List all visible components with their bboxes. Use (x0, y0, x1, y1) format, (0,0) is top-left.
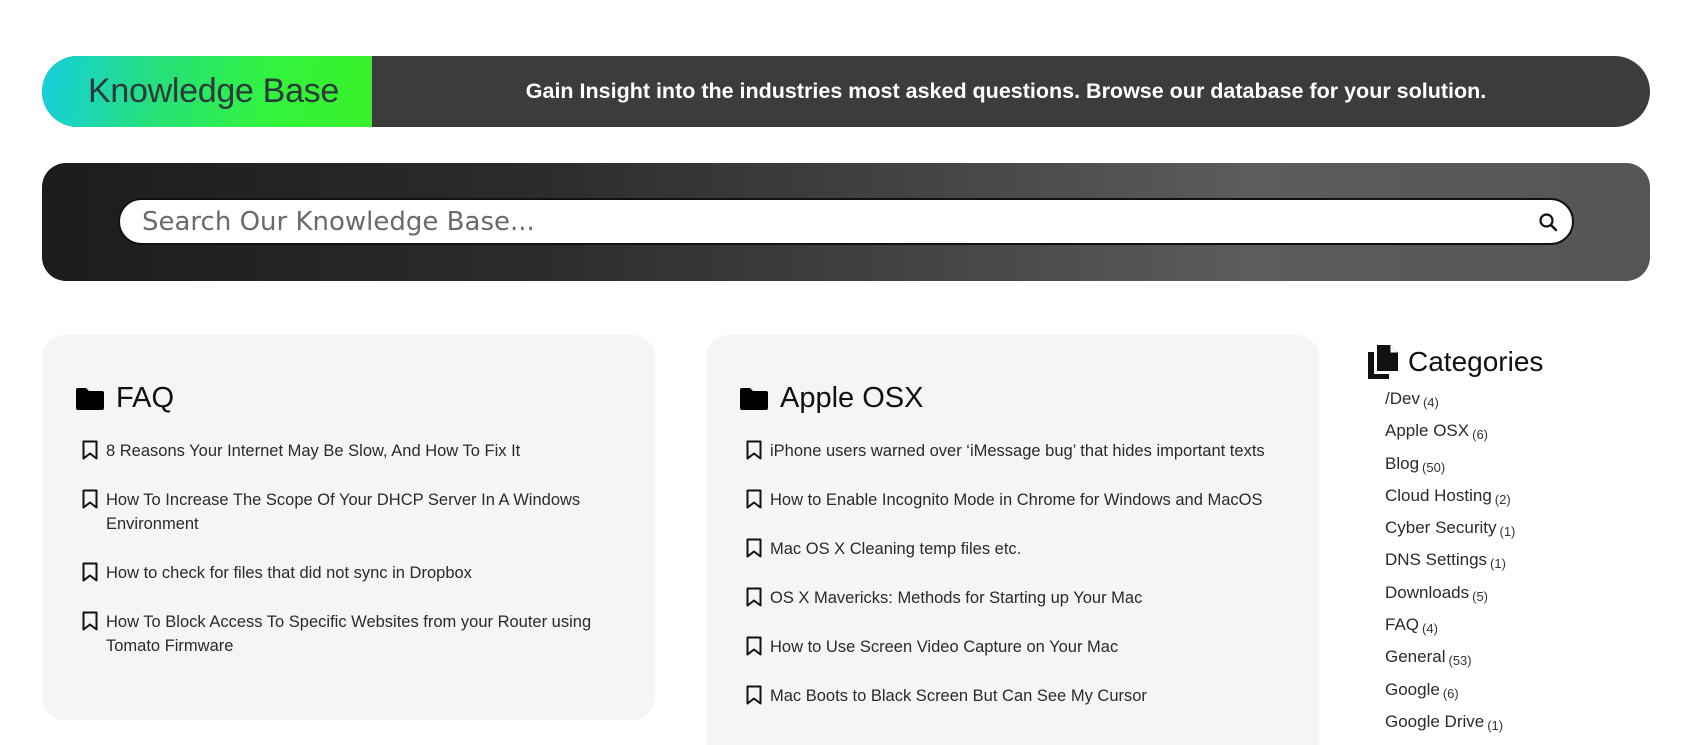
card-header: Apple OSX (740, 382, 923, 415)
category-link[interactable]: Cloud Hosting (1385, 486, 1492, 506)
bookmark-icon (746, 587, 762, 607)
category-item: DNS Settings (1) (1385, 550, 1668, 582)
search-input[interactable] (142, 206, 1538, 237)
hero-tagline: Gain Insight into the industries most as… (525, 79, 1487, 103)
post-link[interactable]: How to check for files that did not sync… (106, 561, 472, 585)
category-link[interactable]: Downloads (1385, 583, 1469, 603)
category-count: (6) (1472, 427, 1488, 443)
list-item: Mac OS X Cleaning temp files etc. (746, 537, 1291, 561)
folder-icon (76, 387, 104, 410)
category-count: (53) (1448, 653, 1472, 669)
category-item: Cyber Security (1) (1385, 518, 1668, 550)
category-link[interactable]: FAQ (1385, 615, 1419, 635)
category-link[interactable]: /Dev (1385, 389, 1420, 409)
category-list: /Dev (4) Apple OSX (6) Blog (50) Cloud Host… (1368, 389, 1668, 744)
post-link[interactable]: OS X Mavericks: Methods for Starting up … (770, 586, 1142, 610)
category-count: (2) (1494, 491, 1511, 507)
category-count: (4) (1422, 395, 1439, 410)
post-link[interactable]: How To Block Access To Specific Websites… (106, 610, 627, 658)
category-link[interactable]: Apple OSX (1385, 421, 1469, 441)
list-item: How To Increase The Scope Of Your DHCP S… (82, 488, 627, 536)
documents-icon (1368, 345, 1398, 379)
card-title[interactable]: FAQ (116, 382, 174, 415)
sidebar-header: Categories (1368, 345, 1668, 379)
bookmark-icon (82, 440, 98, 460)
category-link[interactable]: DNS Settings (1385, 550, 1487, 570)
category-card-faq: FAQ 8 Reasons Your Internet May Be Slow,… (42, 335, 655, 720)
category-card-apple-osx: Apple OSX iPhone users warned over ‘iMes… (706, 335, 1319, 745)
post-link[interactable]: Mac OS X Cleaning temp files etc. (770, 537, 1021, 561)
category-item: Cloud Hosting (2) (1385, 486, 1668, 518)
category-count: (4) (1422, 621, 1438, 637)
post-link[interactable]: Mac Boots to Black Screen But Can See My… (770, 684, 1147, 708)
post-link[interactable]: 8 Reasons Your Internet May Be Slow, And… (106, 439, 520, 463)
bookmark-icon (82, 489, 98, 509)
category-item: Downloads (5) (1385, 583, 1668, 615)
knowledge-base-badge: Knowledge Base (42, 56, 372, 127)
category-item: Google (6) (1385, 680, 1668, 712)
post-link[interactable]: How to Use Screen Video Capture on Your … (770, 635, 1118, 659)
category-link[interactable]: Blog (1385, 454, 1419, 474)
post-link[interactable]: How To Increase The Scope Of Your DHCP S… (106, 488, 627, 536)
category-count: (5) (1472, 588, 1488, 604)
card-title[interactable]: Apple OSX (780, 382, 923, 415)
category-count: (1) (1499, 524, 1516, 540)
post-link[interactable]: iPhone users warned over ‘iMessage bug’ … (770, 439, 1265, 463)
category-link[interactable]: Google (1385, 680, 1440, 700)
knowledge-base-title: Knowledge Base (88, 72, 339, 110)
bookmark-icon (746, 636, 762, 656)
list-item: How To Block Access To Specific Websites… (82, 610, 627, 658)
bookmark-icon (746, 489, 762, 509)
category-count: (50) (1422, 459, 1446, 475)
category-item: Apple OSX (6) (1385, 421, 1668, 453)
search-box (118, 198, 1574, 245)
post-link[interactable]: How to Enable Incognito Mode in Chrome f… (770, 488, 1263, 512)
search-panel (42, 163, 1650, 281)
bookmark-icon (746, 538, 762, 558)
category-count: (1) (1487, 717, 1504, 733)
bookmark-icon (746, 685, 762, 705)
category-count: (1) (1490, 556, 1506, 572)
categories-sidebar: Categories /Dev (4) Apple OSX (6) Blog (50)… (1368, 345, 1668, 744)
list-item: How to Use Screen Video Capture on Your … (746, 635, 1291, 659)
category-item: General (53) (1385, 647, 1668, 679)
category-link[interactable]: Google Drive (1385, 712, 1484, 732)
hero-banner: Knowledge Base Gain Insight into the ind… (42, 56, 1650, 127)
search-icon[interactable] (1538, 212, 1558, 232)
bookmark-icon (82, 611, 98, 631)
list-item: iPhone users warned over ‘iMessage bug’ … (746, 439, 1291, 463)
card-header: FAQ (76, 382, 174, 415)
category-link[interactable]: Cyber Security (1385, 518, 1496, 538)
category-item: FAQ (4) (1385, 615, 1668, 647)
sidebar-title: Categories (1408, 346, 1544, 377)
post-list: iPhone users warned over ‘iMessage bug’ … (746, 439, 1291, 733)
bookmark-icon (746, 440, 762, 460)
list-item: How to Enable Incognito Mode in Chrome f… (746, 488, 1291, 512)
list-item: How to check for files that did not sync… (82, 561, 627, 585)
category-count: (6) (1442, 685, 1459, 701)
post-list: 8 Reasons Your Internet May Be Slow, And… (82, 439, 627, 683)
category-item: Blog (50) (1385, 454, 1668, 486)
list-item: OS X Mavericks: Methods for Starting up … (746, 586, 1291, 610)
category-link[interactable]: General (1385, 647, 1445, 667)
list-item: Mac Boots to Black Screen But Can See My… (746, 684, 1291, 708)
category-item: /Dev (4) (1385, 389, 1668, 421)
bookmark-icon (82, 562, 98, 582)
category-item: Google Drive (1) (1385, 712, 1668, 744)
folder-icon (740, 387, 768, 410)
list-item: 8 Reasons Your Internet May Be Slow, And… (82, 439, 627, 463)
